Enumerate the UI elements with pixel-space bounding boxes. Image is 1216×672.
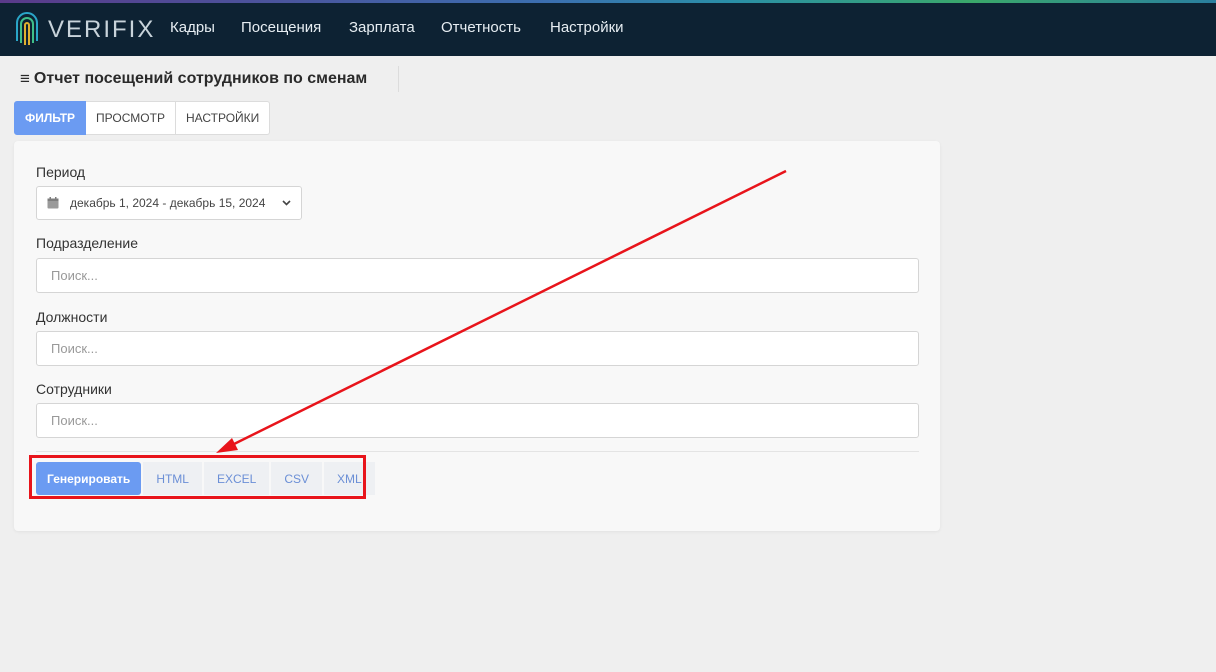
brand-logo[interactable]: VERIFIX [14, 11, 155, 49]
division-search-input[interactable] [36, 258, 919, 293]
generate-button[interactable]: Генерировать [36, 462, 142, 495]
report-tabs: ФИЛЬТР ПРОСМОТР НАСТРОЙКИ [14, 101, 271, 135]
report-actions: Генерировать HTML EXCEL CSV XML [36, 462, 375, 495]
export-xml-button[interactable]: XML [324, 462, 375, 495]
export-csv-button[interactable]: CSV [271, 462, 323, 495]
tab-settings[interactable]: НАСТРОЙКИ [175, 101, 271, 135]
filter-card: Период декабрь 1, 2024 - декабрь 15, 202… [14, 141, 940, 531]
actions-divider [36, 451, 919, 452]
export-html-button[interactable]: HTML [143, 462, 202, 495]
top-navbar: VERIFIX Кадры Посещения Зарплата Отчетно… [0, 0, 1216, 56]
nav-item-settings[interactable]: Настройки [550, 19, 624, 36]
tab-filter[interactable]: ФИЛЬТР [14, 101, 87, 135]
positions-label: Должности [36, 309, 108, 325]
period-date-picker[interactable]: декабрь 1, 2024 - декабрь 15, 2024 [36, 186, 302, 220]
menu-icon[interactable]: ≡ [20, 69, 30, 89]
fingerprint-logo-icon [16, 12, 38, 45]
division-label: Подразделение [36, 235, 139, 251]
nav-item-staff[interactable]: Кадры [170, 19, 215, 36]
title-divider [398, 66, 399, 92]
export-excel-button[interactable]: EXCEL [203, 462, 270, 495]
period-label: Период [36, 164, 86, 180]
navbar-color-stripe [0, 0, 1216, 3]
calendar-icon [47, 197, 59, 209]
nav-item-attendance[interactable]: Посещения [241, 19, 321, 36]
positions-search-input[interactable] [36, 331, 919, 366]
tab-preview[interactable]: ПРОСМОТР [86, 101, 176, 135]
brand-name: VERIFIX [48, 16, 156, 43]
period-value: декабрь 1, 2024 - декабрь 15, 2024 [70, 196, 266, 210]
page-title-text: Отчет посещений сотрудников по сменам [33, 70, 368, 87]
employees-search-input[interactable] [36, 403, 919, 438]
nav-item-salary[interactable]: Зарплата [349, 19, 415, 36]
nav-item-reports[interactable]: Отчетность [441, 19, 521, 36]
employees-label: Сотрудники [36, 381, 112, 397]
chevron-down-icon [282, 200, 291, 206]
page-title: ≡ Отчет посещений сотрудников по сменам [20, 68, 367, 90]
